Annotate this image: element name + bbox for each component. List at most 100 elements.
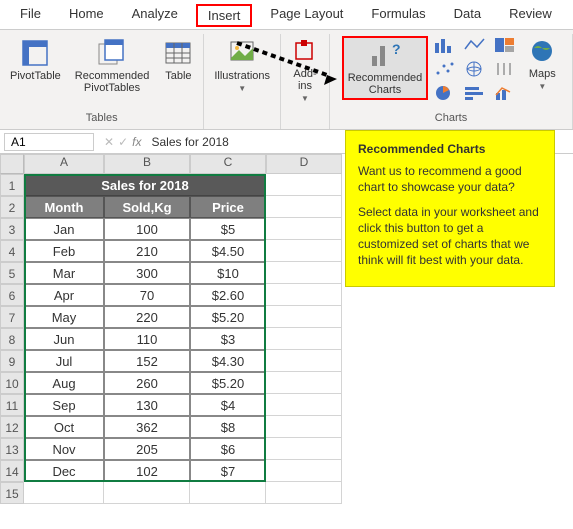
cell-B9[interactable]: 152 [104,350,190,372]
cell-B14[interactable]: 102 [104,460,190,482]
cell-C6[interactable]: $2.60 [190,284,266,306]
cell-B7[interactable]: 220 [104,306,190,328]
cell-B6[interactable]: 70 [104,284,190,306]
scatter-chart-icon[interactable] [434,60,458,78]
cell-D14[interactable] [266,460,342,482]
cell-C13[interactable]: $6 [190,438,266,460]
cell-D5[interactable] [266,262,342,284]
cell-D6[interactable] [266,284,342,306]
cell-C15[interactable] [190,482,266,504]
cell-D11[interactable] [266,394,342,416]
addins-button[interactable]: Add- ins ▼ [287,36,323,105]
cell-C10[interactable]: $5.20 [190,372,266,394]
cell-A4[interactable]: Feb [24,240,104,262]
cell-B15[interactable] [104,482,190,504]
cell-B4[interactable]: 210 [104,240,190,262]
cell-C14[interactable]: $7 [190,460,266,482]
cell-C4[interactable]: $4.50 [190,240,266,262]
cell-D8[interactable] [266,328,342,350]
cancel-icon[interactable]: ✕ [104,135,114,149]
geo-chart-icon[interactable] [464,60,488,78]
tab-formulas[interactable]: Formulas [361,4,435,27]
cell-B10[interactable]: 260 [104,372,190,394]
tab-pagelayout[interactable]: Page Layout [260,4,353,27]
tab-home[interactable]: Home [59,4,114,27]
cell-B3[interactable]: 100 [104,218,190,240]
row-header-15[interactable]: 15 [0,482,24,504]
line-chart-icon[interactable] [464,36,488,54]
cell-D1[interactable] [266,174,342,196]
cell-A9[interactable]: Jul [24,350,104,372]
cell-A10[interactable]: Aug [24,372,104,394]
cell-A5[interactable]: Mar [24,262,104,284]
cell-A14[interactable]: Dec [24,460,104,482]
cell-B13[interactable]: 205 [104,438,190,460]
cell-A1[interactable]: Sales for 2018 [24,174,266,196]
tab-insert[interactable]: Insert [196,4,253,27]
cell-A12[interactable]: Oct [24,416,104,438]
cell-B11[interactable]: 130 [104,394,190,416]
cell-D4[interactable] [266,240,342,262]
recommended-pivottables-button[interactable]: Recommended PivotTables [71,36,154,96]
table-button[interactable]: Table [159,36,197,84]
cell-grid[interactable]: Sales for 2018MonthSold,KgPriceJan100$5F… [24,174,342,504]
cell-C3[interactable]: $5 [190,218,266,240]
pie-chart-icon[interactable] [434,84,458,102]
row-header-2[interactable]: 2 [0,196,24,218]
cell-C11[interactable]: $4 [190,394,266,416]
tab-file[interactable]: File [10,4,51,27]
name-box[interactable] [4,133,94,151]
col-header-C[interactable]: C [190,154,266,174]
cell-A15[interactable] [24,482,104,504]
row-header-10[interactable]: 10 [0,372,24,394]
cell-D10[interactable] [266,372,342,394]
cell-A13[interactable]: Nov [24,438,104,460]
recommended-charts-button[interactable]: ? Recommended Charts [342,36,429,100]
enter-icon[interactable]: ✓ [118,135,128,149]
illustrations-button[interactable]: Illustrations ▼ [210,36,274,95]
row-header-14[interactable]: 14 [0,460,24,482]
row-header-12[interactable]: 12 [0,416,24,438]
row-header-4[interactable]: 4 [0,240,24,262]
cell-D3[interactable] [266,218,342,240]
cell-D2[interactable] [266,196,342,218]
col-header-A[interactable]: A [24,154,104,174]
cell-D7[interactable] [266,306,342,328]
cell-A3[interactable]: Jan [24,218,104,240]
cell-C2[interactable]: Price [190,196,266,218]
cell-D15[interactable] [266,482,342,504]
cell-D12[interactable] [266,416,342,438]
cell-B12[interactable]: 362 [104,416,190,438]
row-header-3[interactable]: 3 [0,218,24,240]
cell-C5[interactable]: $10 [190,262,266,284]
row-header-6[interactable]: 6 [0,284,24,306]
pivottable-button[interactable]: PivotTable [6,36,65,84]
combo-chart-icon[interactable] [494,84,518,102]
tab-review[interactable]: Review [499,4,562,27]
tab-analyze[interactable]: Analyze [122,4,188,27]
cell-B5[interactable]: 300 [104,262,190,284]
select-all-corner[interactable] [0,154,24,174]
cell-C8[interactable]: $3 [190,328,266,350]
cell-D13[interactable] [266,438,342,460]
cell-C12[interactable]: $8 [190,416,266,438]
stock-chart-icon[interactable] [494,60,518,78]
fx-icon[interactable]: fx [132,135,141,149]
cell-A8[interactable]: Jun [24,328,104,350]
cell-B2[interactable]: Sold,Kg [104,196,190,218]
row-header-13[interactable]: 13 [0,438,24,460]
cell-B8[interactable]: 110 [104,328,190,350]
cell-A6[interactable]: Apr [24,284,104,306]
row-header-11[interactable]: 11 [0,394,24,416]
cell-A11[interactable]: Sep [24,394,104,416]
row-header-5[interactable]: 5 [0,262,24,284]
tab-data[interactable]: Data [444,4,491,27]
col-header-B[interactable]: B [104,154,190,174]
row-header-7[interactable]: 7 [0,306,24,328]
cell-D9[interactable] [266,350,342,372]
bar-chart-icon[interactable] [464,84,488,102]
row-header-1[interactable]: 1 [0,174,24,196]
row-header-8[interactable]: 8 [0,328,24,350]
cell-C7[interactable]: $5.20 [190,306,266,328]
cell-C9[interactable]: $4.30 [190,350,266,372]
